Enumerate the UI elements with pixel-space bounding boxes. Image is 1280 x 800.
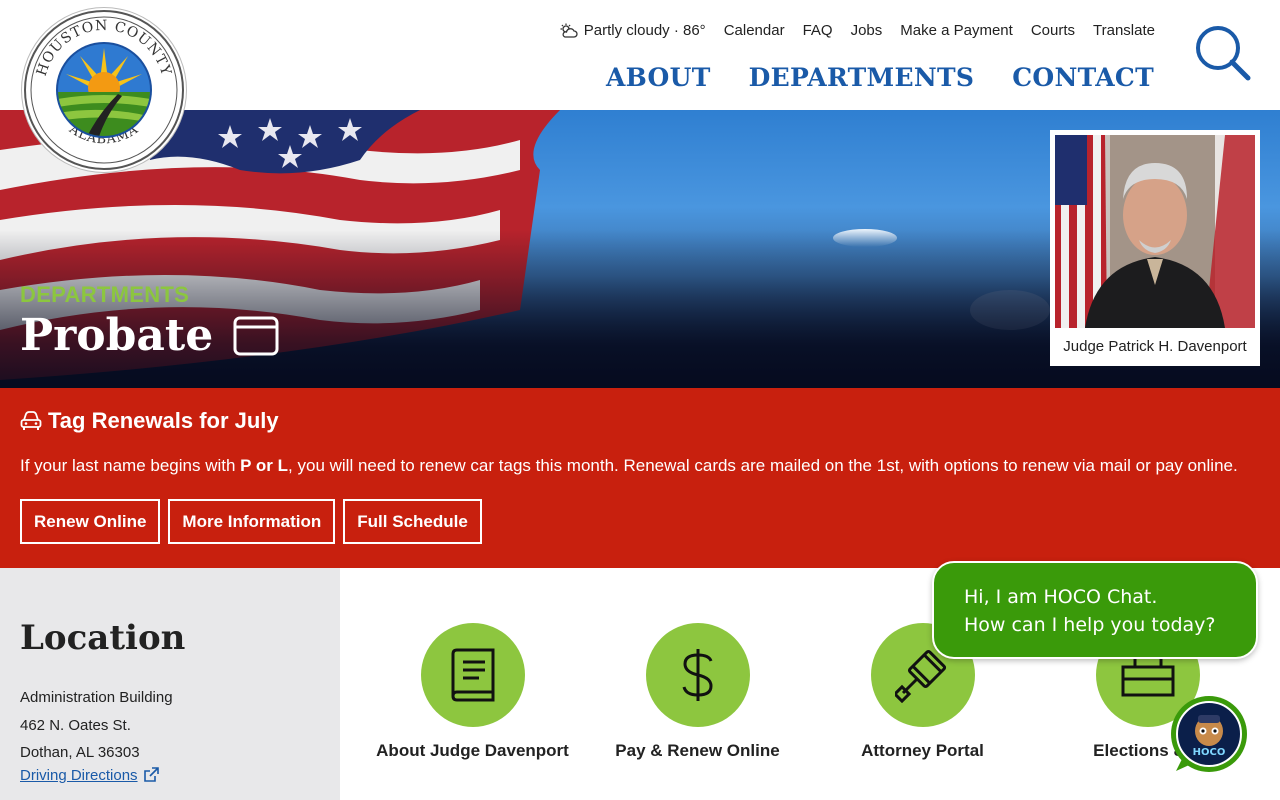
hero-subtitle: DEPARTMENTS [20,282,190,307]
main-nav: ABOUT DEPARTMENTS CONTACT [606,63,1154,92]
partly-cloudy-icon [560,23,578,38]
chat-line-1: Hi, I am HOCO Chat. [964,586,1158,608]
alert-banner: Tag Renewals for July If your last name … [0,388,1280,568]
renew-online-button[interactable]: Renew Online [20,499,161,544]
site-header: Partly cloudy · 86° Calendar FAQ Jobs Ma… [0,0,1280,110]
alert-message: If your last name begins with P or L, yo… [20,456,1238,476]
search-button[interactable] [1194,24,1254,84]
address-line-2: 462 N. Oates St. [20,716,131,734]
alert-text-start: If your last name begins with [20,456,241,475]
nav-about[interactable]: ABOUT [606,63,711,92]
quick-link-label: Attorney Portal [861,741,984,760]
more-information-button[interactable]: More Information [168,499,336,544]
county-seal-logo[interactable]: HOUSTON COUNTY ALABAMA [22,8,186,172]
chat-launcher-button[interactable]: HOCO [1170,695,1248,773]
quick-link-about-judge[interactable]: About Judge Davenport [360,623,585,761]
judge-portrait-image [1055,135,1255,328]
address-line-3: Dothan, AL 36303 [20,744,140,761]
location-panel: Location Administration Building 462 N. … [0,568,340,800]
browser-window-icon [233,316,279,355]
utility-link-faq[interactable]: FAQ [803,22,833,39]
page-title: Probate [20,310,279,361]
county-seal-graphic: HOUSTON COUNTY ALABAMA [24,10,184,170]
address-line-1: Administration Building [20,689,173,706]
utility-link-courts[interactable]: Courts [1031,22,1075,39]
dollar-icon [682,649,713,701]
car-icon [20,411,42,430]
external-link-icon [143,767,159,782]
quick-link-circle [645,623,750,727]
alert-text-end: , you will need to renew car tags this m… [288,456,1238,475]
quick-link-circle [420,623,525,727]
chat-bot-avatar-icon: HOCO [1171,696,1247,772]
book-icon [451,648,494,702]
hero-banner: DEPARTMENTS Probate Judge Patrick H. Dav… [0,110,1280,388]
weather-widget[interactable]: Partly cloudy · 86° [559,22,706,39]
judge-caption: Judge Patrick H. Davenport [1063,338,1247,355]
driving-directions-text: Driving Directions [20,766,138,784]
page-title-text: Probate [20,310,214,361]
weather-text: Partly cloudy · 86° [583,22,706,39]
utility-nav: Partly cloudy · 86° Calendar FAQ Jobs Ma… [559,22,1155,39]
alert-actions: Renew Online More Information Full Sched… [20,499,482,544]
chat-greeting-bubble[interactable]: Hi, I am HOCO Chat. How can I help you t… [932,561,1258,659]
driving-directions-link[interactable]: Driving Directions [20,767,159,784]
quick-link-pay-renew[interactable]: Pay & Renew Online [585,623,810,761]
utility-link-calendar[interactable]: Calendar [724,22,785,39]
utility-link-translate[interactable]: Translate [1093,22,1155,39]
alert-text-bold: P or L [240,456,289,475]
chat-avatar-label: HOCO [1193,747,1226,758]
search-icon [1196,26,1251,81]
alert-title-text: Tag Renewals for July [48,408,279,433]
alert-title: Tag Renewals for July [20,408,279,434]
utility-link-make-a-payment[interactable]: Make a Payment [900,22,1013,39]
quick-link-label: Pay & Renew Online [615,741,780,760]
judge-card: Judge Patrick H. Davenport [1050,130,1260,366]
chat-line-2: How can I help you today? [964,614,1216,636]
quick-link-label: About Judge Davenport [376,741,569,760]
utility-link-jobs[interactable]: Jobs [851,22,883,39]
nav-contact[interactable]: CONTACT [1012,63,1154,92]
judge-photo [1055,135,1255,328]
nav-departments[interactable]: DEPARTMENTS [749,63,975,92]
full-schedule-button[interactable]: Full Schedule [343,499,482,544]
location-heading: Location [20,618,186,658]
